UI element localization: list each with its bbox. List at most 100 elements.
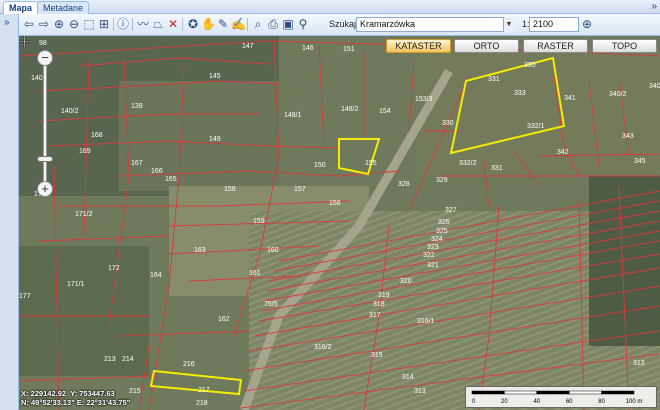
map-view[interactable]: 145 149 139 1407 140/2 148/1 148/2 154 153/3 151 1… [19,36,660,410]
scale-bar-tick-label: 80 [598,399,605,405]
parcel-number-label: 332/2 [459,160,477,167]
layer-orto-button[interactable]: ORTO [454,39,519,53]
parcel-number-label: 340/1 [649,83,660,90]
parcel-number-label: 324 [431,236,443,243]
toolbar-separator [247,18,248,31]
parcel-number-label: 167 [131,160,143,167]
search-label: Szukaj: [329,19,359,29]
parcel-number-label: 145 [209,73,221,80]
chevron-down-icon[interactable]: ▼ [503,17,514,32]
parcel-number-label: 154 [379,108,391,115]
zoom-track[interactable] [43,60,47,182]
parcel-number-label: 146 [302,45,314,52]
parcel-number-label: 177 [19,293,31,300]
parcel-number-label: 333 [514,90,526,97]
parcel-number-label: 163 [194,247,206,254]
toolbar-separator [113,18,114,31]
parcel-number-label: 213 [104,356,116,363]
parcel-number-label: 323 [427,244,439,251]
tab-metadane[interactable]: Metadane [37,1,90,14]
zoom-in-icon[interactable]: ⊕ [52,17,66,31]
scale-input[interactable]: 2100 [529,17,579,32]
scale-bar-tick-label: 40 [533,399,540,405]
pan-hand-icon[interactable]: ✋ [201,17,216,31]
parcel-number-label: 317 [369,312,381,319]
clear-measure-icon[interactable]: ✕ [166,17,180,31]
parcel-number-label: 155 [365,160,377,167]
scale-bar-tick-label: 60 [566,399,573,405]
parcel-number-label: 313 [633,360,645,367]
edit-note-icon[interactable]: ✍ [231,17,246,31]
parcel-number-label: 151 [343,46,355,53]
meadow-area [119,81,279,191]
forward-arrow-icon[interactable]: ⇨ [37,17,51,31]
scale-bar-tick-label: 100 m [626,399,643,405]
measure-area-icon[interactable]: ⏢ [151,17,165,31]
zoom-plus-icon[interactable]: + [37,181,53,197]
zoom-to-scale-icon[interactable]: ⊕ [582,17,592,31]
layer-raster-button[interactable]: RASTER [523,39,588,53]
locate-icon[interactable]: ✪ [186,17,200,31]
measure-line-icon[interactable]: 〰 [136,17,150,31]
parcel-number-label: 162 [218,316,230,323]
zoom-out-icon[interactable]: ⊖ [67,17,81,31]
parcel-number-label: 318 [373,301,385,308]
field-area-ne [419,46,660,176]
parcel-number-label: 147 [242,43,254,50]
layer-kataster-button[interactable]: KATASTER [386,39,451,53]
parcel-number-label: 322 [423,252,435,259]
coordinate-readout: X: 229142.92 Y: 753447.63 N: 49°52'33.13… [21,389,130,407]
parcel-number-label: 343 [622,133,634,140]
crosshair-cursor-icon [19,36,30,47]
parcel-number-label: 215 [129,388,141,395]
scale-bar-segment [601,390,635,395]
parcel-number-label: 332/1 [527,123,545,130]
parcel-number-label: 159 [253,218,265,225]
expand-panel-icon[interactable]: » [4,17,10,28]
scale-bar-segment [536,390,570,395]
full-extent-icon[interactable]: ⊞ [97,17,111,31]
parcel-number-label: 172 [108,265,120,272]
parcel-number-label: 140/2 [61,108,79,115]
parcel-number-label: 149 [209,136,221,143]
tab-mapa[interactable]: Mapa [3,1,39,15]
parcel-number-label: 316/1 [417,318,435,325]
scale-bar-tick-label: 20 [501,399,508,405]
print-icon[interactable]: ⎙ [266,17,280,31]
zoom-slider[interactable]: − + [37,50,53,197]
save-icon[interactable]: ▣ [281,17,295,31]
zoom-handle[interactable] [37,156,53,162]
parcel-number-label: 214 [122,356,134,363]
parcel-number-label: 158 [224,186,236,193]
parcel-number-label: 98 [39,40,47,47]
parcel-number-label: 156 [329,200,341,207]
link-icon[interactable]: ⚲ [296,17,310,31]
collapse-panel-icon[interactable]: » [651,1,657,12]
zoom-minus-icon[interactable]: − [37,50,53,66]
parcel-number-label: 139 [131,103,143,110]
search-input[interactable]: Kramarzówka [356,17,514,32]
parcel-number-label: 316/2 [314,344,332,351]
scale-bar-segment [504,390,538,395]
toolbar-separator [182,18,183,31]
coord-y: Y: 753447.63 [70,389,115,398]
parcel-number-label: 320 [400,278,412,285]
parcel-number-label: 171/2 [75,211,93,218]
scale-bar-segment [568,390,602,395]
parcel-number-label: 328 [398,181,410,188]
back-arrow-icon[interactable]: ⇦ [22,17,36,31]
parcel-number-label: 321 [427,262,439,269]
toolbar-separator [132,18,133,31]
parcel-number-label: 160 [267,247,279,254]
info-icon[interactable]: ⓘ [116,17,130,31]
parcel-number-label: 314 [402,374,414,381]
scale-bar-tick-label: 0 [472,399,476,405]
parcel-number-label: 315 [371,352,383,359]
layer-topo-button[interactable]: TOPO [592,39,657,53]
zoom-box-icon[interactable]: ⬚ [82,17,96,31]
parcel-number-label: 164 [150,272,162,279]
parcel-number-label: 168 [91,132,103,139]
pencil-icon[interactable]: ✎ [216,17,230,31]
parcel-number-label: 331 [491,165,503,172]
search-zoom-icon[interactable]: ⌕ [251,17,265,31]
